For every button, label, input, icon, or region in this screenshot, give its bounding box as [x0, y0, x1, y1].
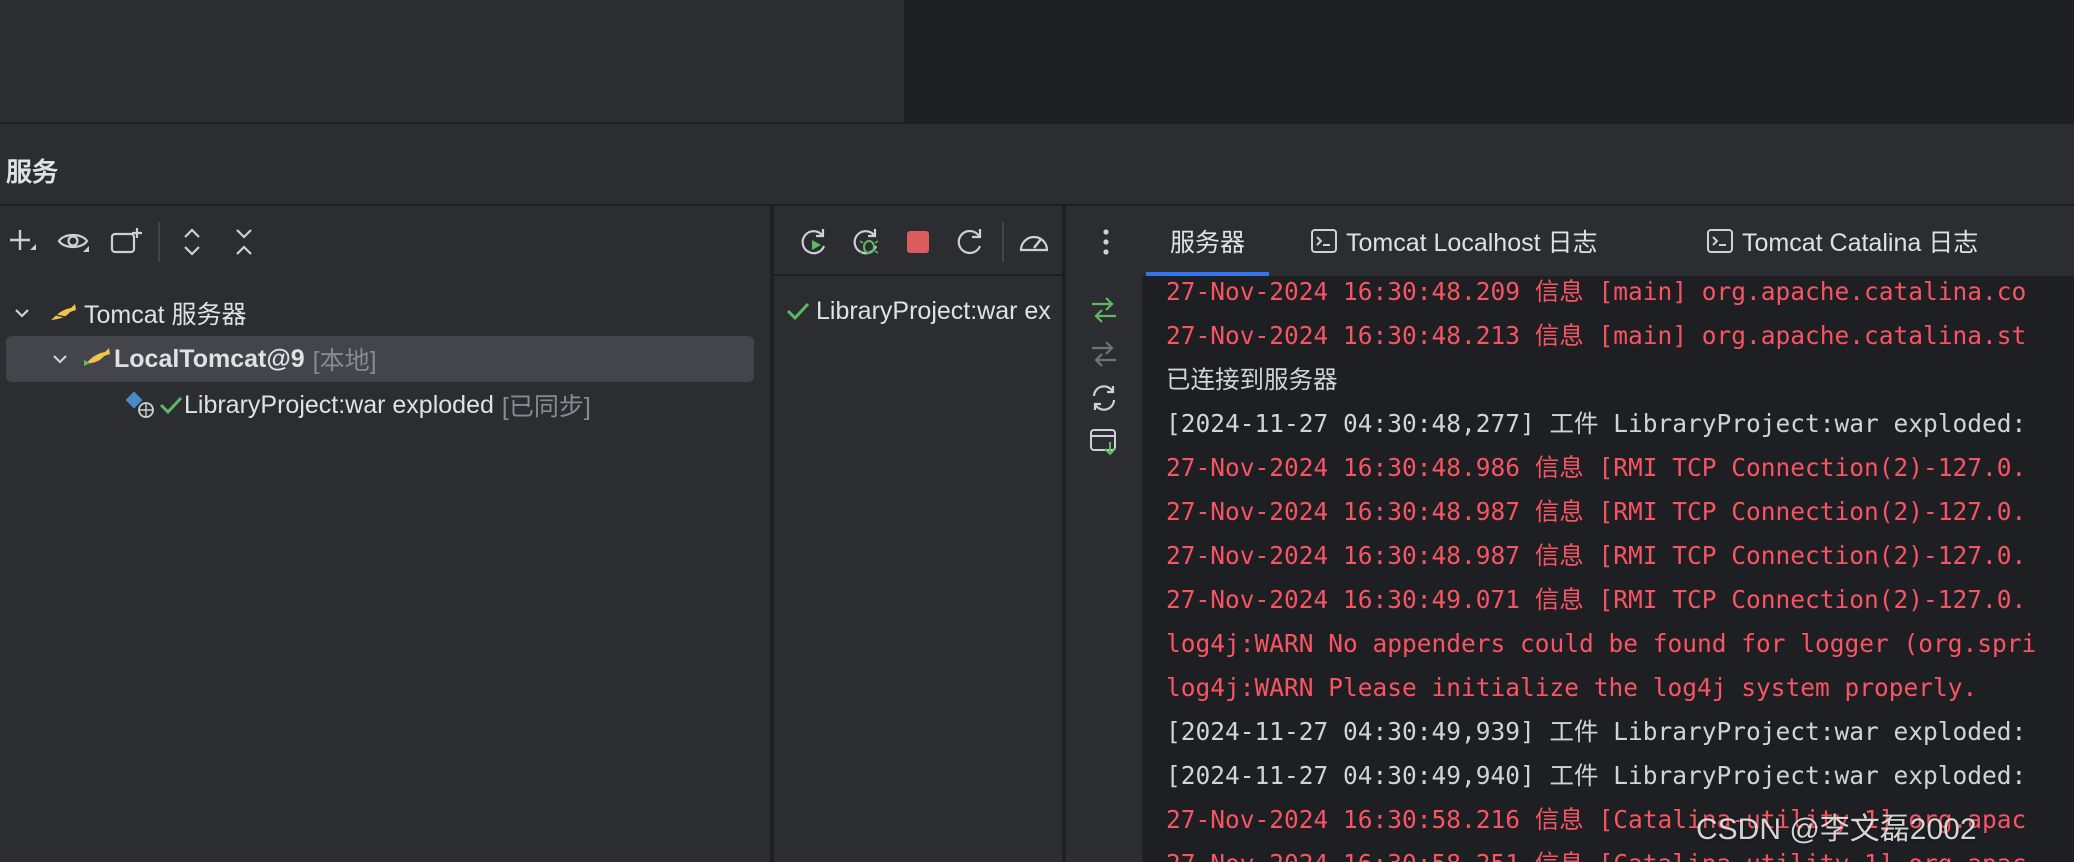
toolbar-divider	[774, 274, 1064, 276]
new-group-icon[interactable]	[106, 222, 146, 262]
tree-node-tomcat-servers[interactable]: Tomcat 服务器	[2, 290, 762, 336]
deploy-icon[interactable]	[1084, 290, 1124, 330]
add-icon[interactable]	[2, 222, 42, 262]
check-icon	[158, 395, 184, 415]
web-artifact-icon	[124, 390, 158, 420]
tab-tomcat-localhost-log[interactable]: Tomcat Localhost 日志	[1290, 206, 1618, 276]
chevron-down-icon[interactable]	[40, 349, 80, 369]
watermark: CSDN @李文磊2002	[1696, 813, 1977, 846]
tab-label: 服务器	[1170, 229, 1246, 257]
console-line: 27-Nov-2024 16:30:48.987 信息 [RMI TCP Con…	[1166, 497, 2027, 526]
editor-area-left	[0, 0, 904, 122]
deployment-actions	[1066, 276, 1142, 862]
console-line: 27-Nov-2024 16:30:49.071 信息 [RMI TCP Con…	[1166, 585, 2027, 614]
console-line: log4j:WARN Please initialize the log4j s…	[1166, 673, 1978, 702]
tab-tomcat-catalina-log[interactable]: Tomcat Catalina 日志	[1686, 206, 1998, 276]
artifact-name: LibraryProject:war exploded	[184, 390, 494, 419]
expand-all-icon[interactable]	[172, 222, 212, 262]
console-tabs: 服务器 Tomcat Localhost 日志 Tomcat Catalina …	[1066, 206, 2074, 276]
eye-icon[interactable]	[54, 222, 94, 262]
terminal-icon	[1310, 228, 1338, 254]
deployment-item[interactable]: LibraryProject:war ex	[780, 288, 1064, 334]
profiler-icon[interactable]	[1014, 222, 1054, 262]
chevron-down-icon[interactable]	[2, 303, 42, 323]
tab-server[interactable]: 服务器	[1146, 206, 1270, 276]
tree-node-artifact[interactable]: LibraryProject:war exploded [已同步]	[2, 382, 762, 428]
redeploy-icon[interactable]	[1084, 378, 1124, 418]
refresh-icon[interactable]	[950, 222, 990, 262]
stop-icon[interactable]	[898, 222, 938, 262]
console-output[interactable]: 27-Nov-2024 16:30:48.209 信息 [main] org.a…	[1142, 276, 2074, 862]
console-line: [2024-11-27 04:30:49,939] 工件 LibraryProj…	[1166, 717, 2027, 746]
services-toolbar	[0, 206, 772, 276]
console-line: [2024-11-27 04:30:48,277] 工件 LibraryProj…	[1166, 409, 2027, 438]
console-line: 27-Nov-2024 16:30:48.213 信息 [main] org.a…	[1166, 321, 2027, 350]
console-line: 已连接到服务器	[1166, 365, 1338, 394]
more-icon[interactable]	[1086, 222, 1126, 262]
debug-rerun-icon[interactable]	[846, 222, 886, 262]
tab-label: Tomcat Localhost 日志	[1346, 229, 1598, 257]
server-name: LocalTomcat@9	[114, 344, 305, 373]
console-line: log4j:WARN No appenders could be found f…	[1166, 629, 2037, 658]
server-tag: [本地]	[312, 347, 377, 375]
tree-node-label: Tomcat 服务器	[84, 301, 247, 329]
terminal-icon	[1706, 228, 1734, 254]
toolbar-separator	[158, 222, 160, 262]
rerun-icon[interactable]	[794, 222, 834, 262]
check-icon	[780, 301, 816, 321]
console-line: [2024-11-27 04:30:49,940] 工件 LibraryProj…	[1166, 761, 2027, 790]
panel-title: 服务	[6, 157, 59, 187]
deployment-name: LibraryProject:war ex	[816, 296, 1051, 325]
console-line: 27-Nov-2024 16:30:48.209 信息 [main] org.a…	[1166, 277, 2027, 306]
services-tree-pane: Tomcat 服务器 LocalTomcat@9 [本地] LibraryPro…	[0, 206, 772, 862]
services-panel-header: 服务	[0, 124, 2074, 206]
console-line: 27-Nov-2024 16:30:48.987 信息 [RMI TCP Con…	[1166, 541, 2027, 570]
tomcat-running-icon	[80, 346, 114, 372]
toolbar-separator	[1002, 222, 1004, 262]
editor-area-right	[904, 0, 2074, 122]
artifact-tag: [已同步]	[501, 393, 591, 421]
tree-node-local-tomcat[interactable]: LocalTomcat@9 [本地]	[6, 336, 754, 382]
tab-label: Tomcat Catalina 日志	[1742, 229, 1979, 257]
deployment-pane: LibraryProject:war ex	[774, 206, 1064, 862]
tomcat-icon	[42, 300, 84, 326]
collapse-all-icon[interactable]	[224, 222, 264, 262]
console-line: 27-Nov-2024 16:30:48.986 信息 [RMI TCP Con…	[1166, 453, 2027, 482]
dump-icon[interactable]	[1084, 422, 1124, 462]
undeploy-icon[interactable]	[1084, 334, 1124, 374]
